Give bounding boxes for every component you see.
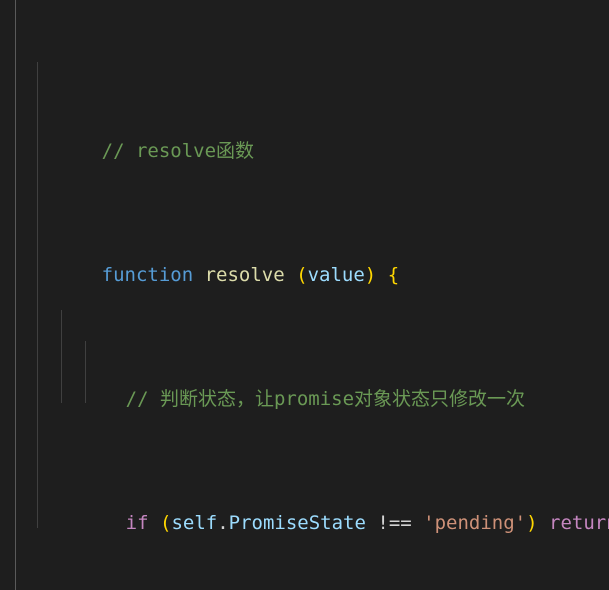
code-token-comment: // resolve函数 [101, 140, 255, 162]
code-token-operator: !== [377, 512, 412, 534]
code-token-return: return [549, 512, 609, 534]
code-token-brace-open: { [387, 264, 400, 286]
code-token-param: value [307, 264, 365, 286]
code-token-if: if [125, 512, 149, 534]
code-editor-viewport[interactable]: // resolve函数 function resolve (value) { … [0, 0, 609, 590]
code-line[interactable]: // 判断状态，让promise对象状态只修改一次 [0, 353, 609, 410]
code-token-function-name: resolve [204, 264, 285, 286]
code-line[interactable]: if (self.PromiseState !== 'pending') ret… [0, 477, 609, 534]
code-line[interactable]: function resolve (value) { [0, 229, 609, 286]
code-token-paren-open: ( [159, 512, 172, 534]
code-token-string: 'pending' [423, 512, 527, 534]
code-token-dot: . [217, 512, 229, 534]
code-token-property: PromiseState [228, 512, 366, 534]
code-token-paren-close: ) [364, 264, 377, 286]
code-token-object: self [171, 512, 218, 534]
code-token-paren-close: ) [526, 512, 538, 534]
code-token-paren-open: ( [296, 264, 308, 286]
code-token-comment: // 判断状态，让promise对象状态只修改一次 [125, 388, 526, 410]
code-content[interactable]: // resolve函数 function resolve (value) { … [0, 12, 609, 590]
code-line[interactable]: // resolve函数 [0, 105, 609, 162]
code-token-keyword: function [101, 264, 194, 286]
